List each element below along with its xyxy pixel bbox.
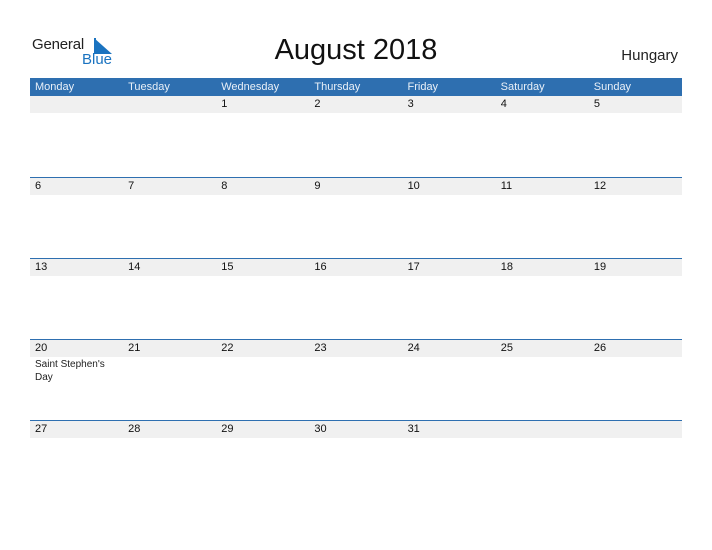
calendar-grid: Monday Tuesday Wednesday Thursday Friday… <box>30 78 682 438</box>
day-cell: 20 Saint Stephen's Day <box>30 340 123 421</box>
day-number: 29 <box>221 423 234 435</box>
day-number: 22 <box>221 342 234 354</box>
weekday-tuesday: Tuesday <box>128 81 170 93</box>
weekday-monday: Monday <box>35 81 75 93</box>
day-number: 21 <box>128 342 141 354</box>
week-row: 20 Saint Stephen's Day 21 22 23 24 25 26 <box>30 339 682 421</box>
day-number: 1 <box>221 98 228 110</box>
weekday-saturday: Saturday <box>500 81 545 93</box>
weekday-wednesday: Wednesday <box>221 81 280 93</box>
day-number: 4 <box>500 98 507 110</box>
day-cell: 9 <box>309 178 402 259</box>
day-cell: 21 <box>123 340 216 421</box>
day-cell: 31 <box>403 421 496 502</box>
day-number: 30 <box>314 423 327 435</box>
day-number: 18 <box>500 261 513 273</box>
day-cell: 1 <box>216 96 309 177</box>
day-cell: 14 <box>123 259 216 340</box>
day-number: 15 <box>221 261 234 273</box>
day-cell: 17 <box>403 259 496 340</box>
day-cell: 11 <box>496 178 589 259</box>
day-cell: 18 <box>496 259 589 340</box>
day-number: 10 <box>407 180 420 192</box>
day-number: 26 <box>593 342 607 354</box>
day-number: 28 <box>128 423 141 435</box>
calendar-title: August 2018 <box>274 34 438 66</box>
day-cell: 2 <box>309 96 402 177</box>
day-number: 12 <box>593 180 607 192</box>
day-number: 8 <box>221 180 228 192</box>
day-cell: 7 <box>123 178 216 259</box>
day-number: 19 <box>593 261 607 273</box>
day-cell: 16 <box>309 259 402 340</box>
day-number: 17 <box>407 261 420 273</box>
day-number: 20 <box>35 342 48 354</box>
week-row: 1 2 3 4 5 <box>30 96 682 177</box>
day-cell: 27 <box>30 421 123 502</box>
week-row: 27 28 29 30 31 <box>30 420 682 502</box>
week-row: 6 7 8 9 10 11 12 <box>30 177 682 259</box>
day-cell: 29 <box>216 421 309 502</box>
day-number: 2 <box>314 98 321 110</box>
day-number: 27 <box>35 423 48 435</box>
day-cell: 8 <box>216 178 309 259</box>
weekday-header: Monday Tuesday Wednesday Thursday Friday… <box>30 78 682 96</box>
day-cell: 6 <box>30 178 123 259</box>
day-number: 25 <box>500 342 513 354</box>
day-cell: 22 <box>216 340 309 421</box>
day-number: 6 <box>35 180 42 192</box>
day-cell: 4 <box>496 96 589 177</box>
day-cell: 12 <box>589 178 682 259</box>
day-number: 16 <box>314 261 327 273</box>
day-cell <box>30 96 123 177</box>
day-cell: 10 <box>403 178 496 259</box>
day-number: 24 <box>407 342 420 354</box>
day-cell: 25 <box>496 340 589 421</box>
country-label: Hungary <box>621 47 678 64</box>
day-cell <box>589 421 682 502</box>
day-cell: 30 <box>309 421 402 502</box>
day-number: 3 <box>407 98 414 110</box>
day-cell: 3 <box>403 96 496 177</box>
weekday-thursday: Thursday <box>314 81 361 93</box>
day-cell <box>123 96 216 177</box>
week-row: 13 14 15 16 17 18 19 <box>30 258 682 340</box>
day-number: 23 <box>314 342 327 354</box>
holiday-label: Saint Stephen's Day <box>35 359 105 383</box>
day-number: 5 <box>593 98 600 110</box>
day-cell <box>496 421 589 502</box>
day-cell: 24 <box>403 340 496 421</box>
day-cell: 13 <box>30 259 123 340</box>
day-cell: 28 <box>123 421 216 502</box>
day-cell: 5 <box>589 96 682 177</box>
day-number: 11 <box>500 180 513 192</box>
day-cell: 26 <box>589 340 682 421</box>
day-number: 13 <box>35 261 48 273</box>
day-cell: 23 <box>309 340 402 421</box>
day-number: 14 <box>128 261 141 273</box>
day-number: 31 <box>407 423 420 435</box>
weekday-friday: Friday <box>407 81 439 93</box>
day-cell: 15 <box>216 259 309 340</box>
day-cell: 19 <box>589 259 682 340</box>
day-number: 9 <box>314 180 321 192</box>
day-number: 7 <box>128 180 135 192</box>
weekday-sunday: Sunday <box>593 81 632 93</box>
